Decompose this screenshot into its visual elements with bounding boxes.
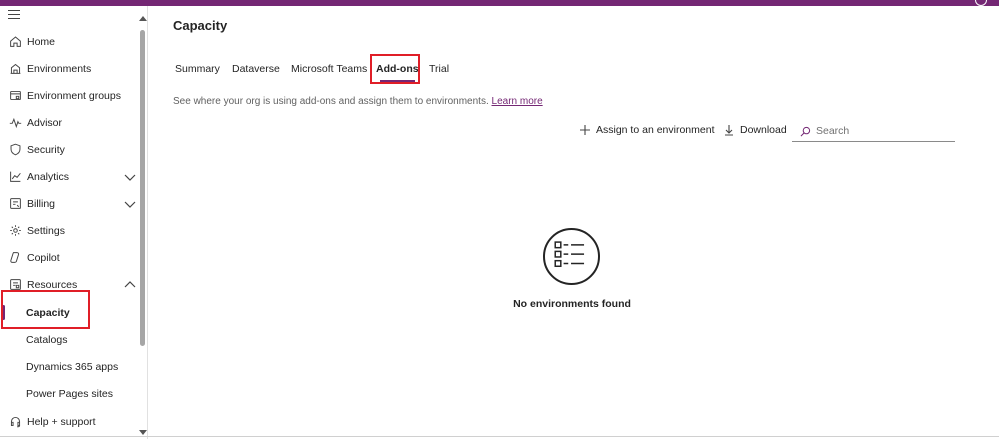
shield-icon <box>8 143 22 157</box>
empty-state-text: No environments found <box>513 298 631 310</box>
main-content: Capacity Summary Dataverse Microsoft Tea… <box>148 6 999 439</box>
search-icon <box>800 126 811 136</box>
sidebar-item-settings[interactable]: Settings <box>0 217 138 244</box>
sidebar-item-analytics[interactable]: Analytics <box>0 163 138 190</box>
sidebar-nav: Home Environments Environment groups Adv… <box>0 6 148 439</box>
headset-icon <box>8 415 22 429</box>
sidebar-item-label: Copilot <box>27 251 60 264</box>
sidebar-item-security[interactable]: Security <box>0 136 138 163</box>
tab-trial[interactable]: Trial <box>429 58 449 80</box>
sidebar-item-label: Catalogs <box>26 333 68 346</box>
billing-icon <box>8 197 22 211</box>
analytics-icon <box>8 170 22 184</box>
sidebar-item-copilot[interactable]: Copilot <box>0 244 138 271</box>
sidebar-item-label: Dynamics 365 apps <box>26 360 119 373</box>
download-button-label: Download <box>740 124 787 136</box>
tab-label: Dataverse <box>232 63 280 75</box>
sidebar-item-label: Billing <box>27 197 56 210</box>
environment-groups-icon <box>8 89 22 103</box>
sidebar-item-billing[interactable]: Billing <box>0 190 138 217</box>
sidebar-item-label: Help + support <box>27 415 96 428</box>
tab-summary[interactable]: Summary <box>175 58 220 80</box>
download-button[interactable]: Download <box>723 124 787 136</box>
sidebar-item-catalogs[interactable]: Catalogs <box>0 326 138 353</box>
sidebar-item-label: Environment groups <box>27 89 121 102</box>
tab-microsoft-teams[interactable]: Microsoft Teams <box>291 58 367 80</box>
hamburger-menu-icon[interactable] <box>8 10 20 20</box>
learn-more-link[interactable]: Learn more <box>492 96 543 107</box>
advisor-icon <box>8 116 22 130</box>
scroll-down-arrow-icon[interactable] <box>139 430 147 435</box>
tab-label: Summary <box>175 63 220 75</box>
download-icon <box>725 125 733 136</box>
sidebar-item-advisor[interactable]: Advisor <box>0 109 138 136</box>
gear-icon <box>8 224 22 238</box>
sidebar-item-help-support[interactable]: Help + support <box>0 408 138 435</box>
sidebar-item-home[interactable]: Home <box>0 28 138 55</box>
home-icon <box>8 35 22 49</box>
chevron-up-icon[interactable] <box>124 279 136 291</box>
scroll-up-arrow-icon[interactable] <box>139 16 147 21</box>
sidebar-item-label: Environments <box>27 62 92 75</box>
page-description: See where your org is using add-ons and … <box>173 96 543 107</box>
highlight-box-add-ons <box>370 54 420 84</box>
sidebar-item-dynamics-365-apps[interactable]: Dynamics 365 apps <box>0 353 138 380</box>
description-text: See where your org is using add-ons and … <box>173 96 489 107</box>
scroll-thumb[interactable] <box>140 30 145 346</box>
bottom-divider <box>0 436 999 437</box>
search-box[interactable] <box>792 121 955 142</box>
highlight-box-capacity <box>1 290 90 329</box>
sidebar-item-label: Settings <box>27 224 65 237</box>
tab-label: Microsoft Teams <box>291 63 368 75</box>
list-icon <box>543 228 600 285</box>
sidebar-item-label: Advisor <box>27 116 63 129</box>
sidebar-item-label: Power Pages sites <box>26 387 113 400</box>
page-title: Capacity <box>173 18 228 33</box>
sidebar-item-environments[interactable]: Environments <box>0 55 138 82</box>
environments-icon <box>8 62 22 76</box>
sidebar-item-power-pages-sites[interactable]: Power Pages sites <box>0 380 138 407</box>
copilot-icon <box>8 251 22 265</box>
sidebar-item-label: Home <box>27 35 56 48</box>
sidebar-item-label: Resources <box>27 278 78 291</box>
assign-to-environment-button[interactable]: Assign to an environment <box>579 124 714 136</box>
plus-icon <box>580 125 590 135</box>
chevron-down-icon[interactable] <box>124 171 136 183</box>
tab-label: Trial <box>429 63 450 75</box>
assign-button-label: Assign to an environment <box>596 124 715 136</box>
tab-dataverse[interactable]: Dataverse <box>232 58 280 80</box>
chevron-down-icon[interactable] <box>124 198 136 210</box>
search-input[interactable] <box>816 125 946 137</box>
sidebar-scrollbar[interactable] <box>138 12 147 439</box>
sidebar-item-label: Analytics <box>27 170 70 183</box>
sidebar-item-label: Security <box>27 143 65 156</box>
sidebar-item-environment-groups[interactable]: Environment groups <box>0 82 138 109</box>
